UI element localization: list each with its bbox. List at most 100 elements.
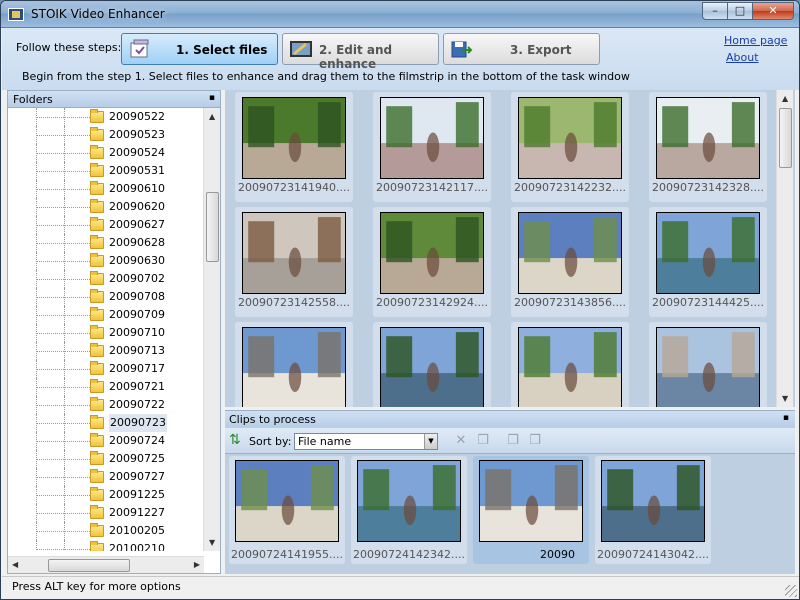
video-file-tile[interactable]: 20090723142924.... <box>373 207 491 317</box>
tree-line <box>64 162 65 180</box>
video-file-tile[interactable]: 20090723142117.... <box>373 92 491 202</box>
folder-icon <box>90 433 104 447</box>
video-file-name: 20090723141940.... <box>238 181 350 194</box>
tree-line <box>64 468 65 486</box>
video-file-tile[interactable]: 20090723144425.... <box>649 207 767 317</box>
scroll-thumb[interactable] <box>206 192 219 262</box>
video-file-tile[interactable] <box>649 322 767 407</box>
folder-item[interactable]: 20090710 <box>8 324 204 342</box>
folder-item[interactable]: 20090713 <box>8 342 204 360</box>
scroll-thumb[interactable] <box>779 108 792 168</box>
folder-item[interactable]: 20100210 <box>8 540 204 551</box>
folder-item[interactable]: 20090723 <box>8 414 204 432</box>
files-gallery[interactable]: 20090723141940.... 20090723142117.... 2009… <box>225 90 795 407</box>
steps-label: Follow these steps: <box>16 41 122 54</box>
tree-line <box>36 378 90 396</box>
clip-tile[interactable]: 20090724143042.... <box>595 456 711 564</box>
folder-item[interactable]: 20090702 <box>8 270 204 288</box>
tree-line <box>64 270 65 288</box>
folder-label: 20090531 <box>109 164 165 177</box>
video-file-tile[interactable] <box>373 322 491 407</box>
move-right-icon[interactable]: ❐ <box>527 433 543 449</box>
video-file-tile[interactable] <box>511 322 629 407</box>
home-page-link[interactable]: Home page <box>724 34 787 47</box>
clips-filmstrip[interactable]: 20090724141955.... 20090724142342.... 2009… <box>225 454 795 574</box>
folder-icon <box>90 271 104 285</box>
scroll-thumb[interactable] <box>48 559 130 572</box>
step-select-files-button[interactable]: 1. Select files <box>121 33 278 65</box>
folders-vertical-scrollbar[interactable]: ▲ ▼ <box>203 108 220 551</box>
sort-by-value: File name <box>298 435 352 448</box>
folder-label: 20090709 <box>109 308 165 321</box>
maximize-button[interactable]: □ <box>727 2 753 20</box>
folder-item[interactable]: 20090523 <box>8 126 204 144</box>
folder-item[interactable]: 20090721 <box>8 378 204 396</box>
close-button[interactable]: ✕ <box>752 2 794 20</box>
folder-item[interactable]: 20090610 <box>8 180 204 198</box>
scroll-up-icon[interactable]: ▲ <box>209 112 215 121</box>
folder-item[interactable]: 20090709 <box>8 306 204 324</box>
gallery-vertical-scrollbar[interactable]: ▲ ▼ <box>776 90 793 407</box>
folder-item[interactable]: 20090727 <box>8 468 204 486</box>
folder-label: 20090627 <box>109 218 165 231</box>
scroll-right-icon[interactable]: ▶ <box>194 560 200 569</box>
window-title: STOIK Video Enhancer <box>31 7 165 21</box>
folder-item[interactable]: 20090717 <box>8 360 204 378</box>
delete-icon[interactable]: ✕ <box>453 433 469 449</box>
folder-item[interactable]: 20090522 <box>8 108 204 126</box>
title-bar[interactable]: STOIK Video Enhancer – □ ✕ <box>1 1 799 28</box>
folder-item[interactable]: 20090620 <box>8 198 204 216</box>
video-thumbnail-image <box>657 213 759 293</box>
step-export-button[interactable]: 3. Export <box>443 33 600 65</box>
folder-item[interactable]: 20090524 <box>8 144 204 162</box>
video-thumbnail-image <box>358 461 460 541</box>
sort-by-select[interactable]: File name ▼ <box>294 433 438 450</box>
video-file-name: 20090723142558.... <box>238 296 350 309</box>
clip-tile[interactable]: 20090 <box>473 456 589 564</box>
copy-icon[interactable]: ❐ <box>475 433 491 449</box>
video-thumbnail <box>656 327 760 407</box>
folder-item[interactable]: 20091227 <box>8 504 204 522</box>
clip-tile[interactable]: 20090724141955.... <box>229 456 345 564</box>
folders-horizontal-scrollbar[interactable]: ◀ ▶ <box>8 556 204 573</box>
about-link[interactable]: About <box>726 51 759 64</box>
folder-tree[interactable]: 20090522 20090523 20090524 20090531 20090610… <box>8 108 204 551</box>
folder-item[interactable]: 20090724 <box>8 432 204 450</box>
step-1-label: 1. Select files <box>176 43 268 57</box>
video-file-tile[interactable]: 20090723141940.... <box>235 92 353 202</box>
video-thumbnail-image <box>243 328 345 407</box>
chevron-down-icon[interactable]: ▼ <box>424 434 437 449</box>
video-file-tile[interactable]: 20090723143856.... <box>511 207 629 317</box>
folder-item[interactable]: 20090531 <box>8 162 204 180</box>
video-file-tile[interactable]: 20090723142328.... <box>649 92 767 202</box>
pin-icon[interactable]: ▪ <box>209 93 215 103</box>
pin-icon[interactable]: ▪ <box>783 413 789 423</box>
app-window: STOIK Video Enhancer – □ ✕ Follow these … <box>0 0 800 600</box>
scroll-left-icon[interactable]: ◀ <box>12 560 18 569</box>
folder-item[interactable]: 20090630 <box>8 252 204 270</box>
tree-line <box>64 504 65 522</box>
folder-item[interactable]: 20100205 <box>8 522 204 540</box>
video-file-name: 20090723143856.... <box>514 296 626 309</box>
step-edit-enhance-button[interactable]: 2. Edit and enhance <box>282 33 439 71</box>
scroll-up-icon[interactable]: ▲ <box>782 94 788 103</box>
status-text: Press ALT key for more options <box>12 580 181 593</box>
video-thumbnail <box>380 212 484 294</box>
clip-tile[interactable]: 20090724142342.... <box>351 456 467 564</box>
folder-item[interactable]: 20090708 <box>8 288 204 306</box>
folder-item[interactable]: 20090628 <box>8 234 204 252</box>
minimize-button[interactable]: – <box>702 2 728 20</box>
video-file-tile[interactable]: 20090723142558.... <box>235 207 353 317</box>
video-file-tile[interactable] <box>235 322 353 407</box>
video-file-tile[interactable]: 20090723142232.... <box>511 92 629 202</box>
folder-item[interactable]: 20091225 <box>8 486 204 504</box>
resize-grip[interactable] <box>785 585 797 597</box>
folder-item[interactable]: 20090725 <box>8 450 204 468</box>
tree-line <box>36 270 90 288</box>
scroll-down-icon[interactable]: ▼ <box>209 538 215 547</box>
scroll-down-icon[interactable]: ▼ <box>782 394 788 403</box>
move-left-icon[interactable]: ❐ <box>505 433 521 449</box>
folder-item[interactable]: 20090627 <box>8 216 204 234</box>
folder-item[interactable]: 20090722 <box>8 396 204 414</box>
video-thumbnail-image <box>602 461 704 541</box>
